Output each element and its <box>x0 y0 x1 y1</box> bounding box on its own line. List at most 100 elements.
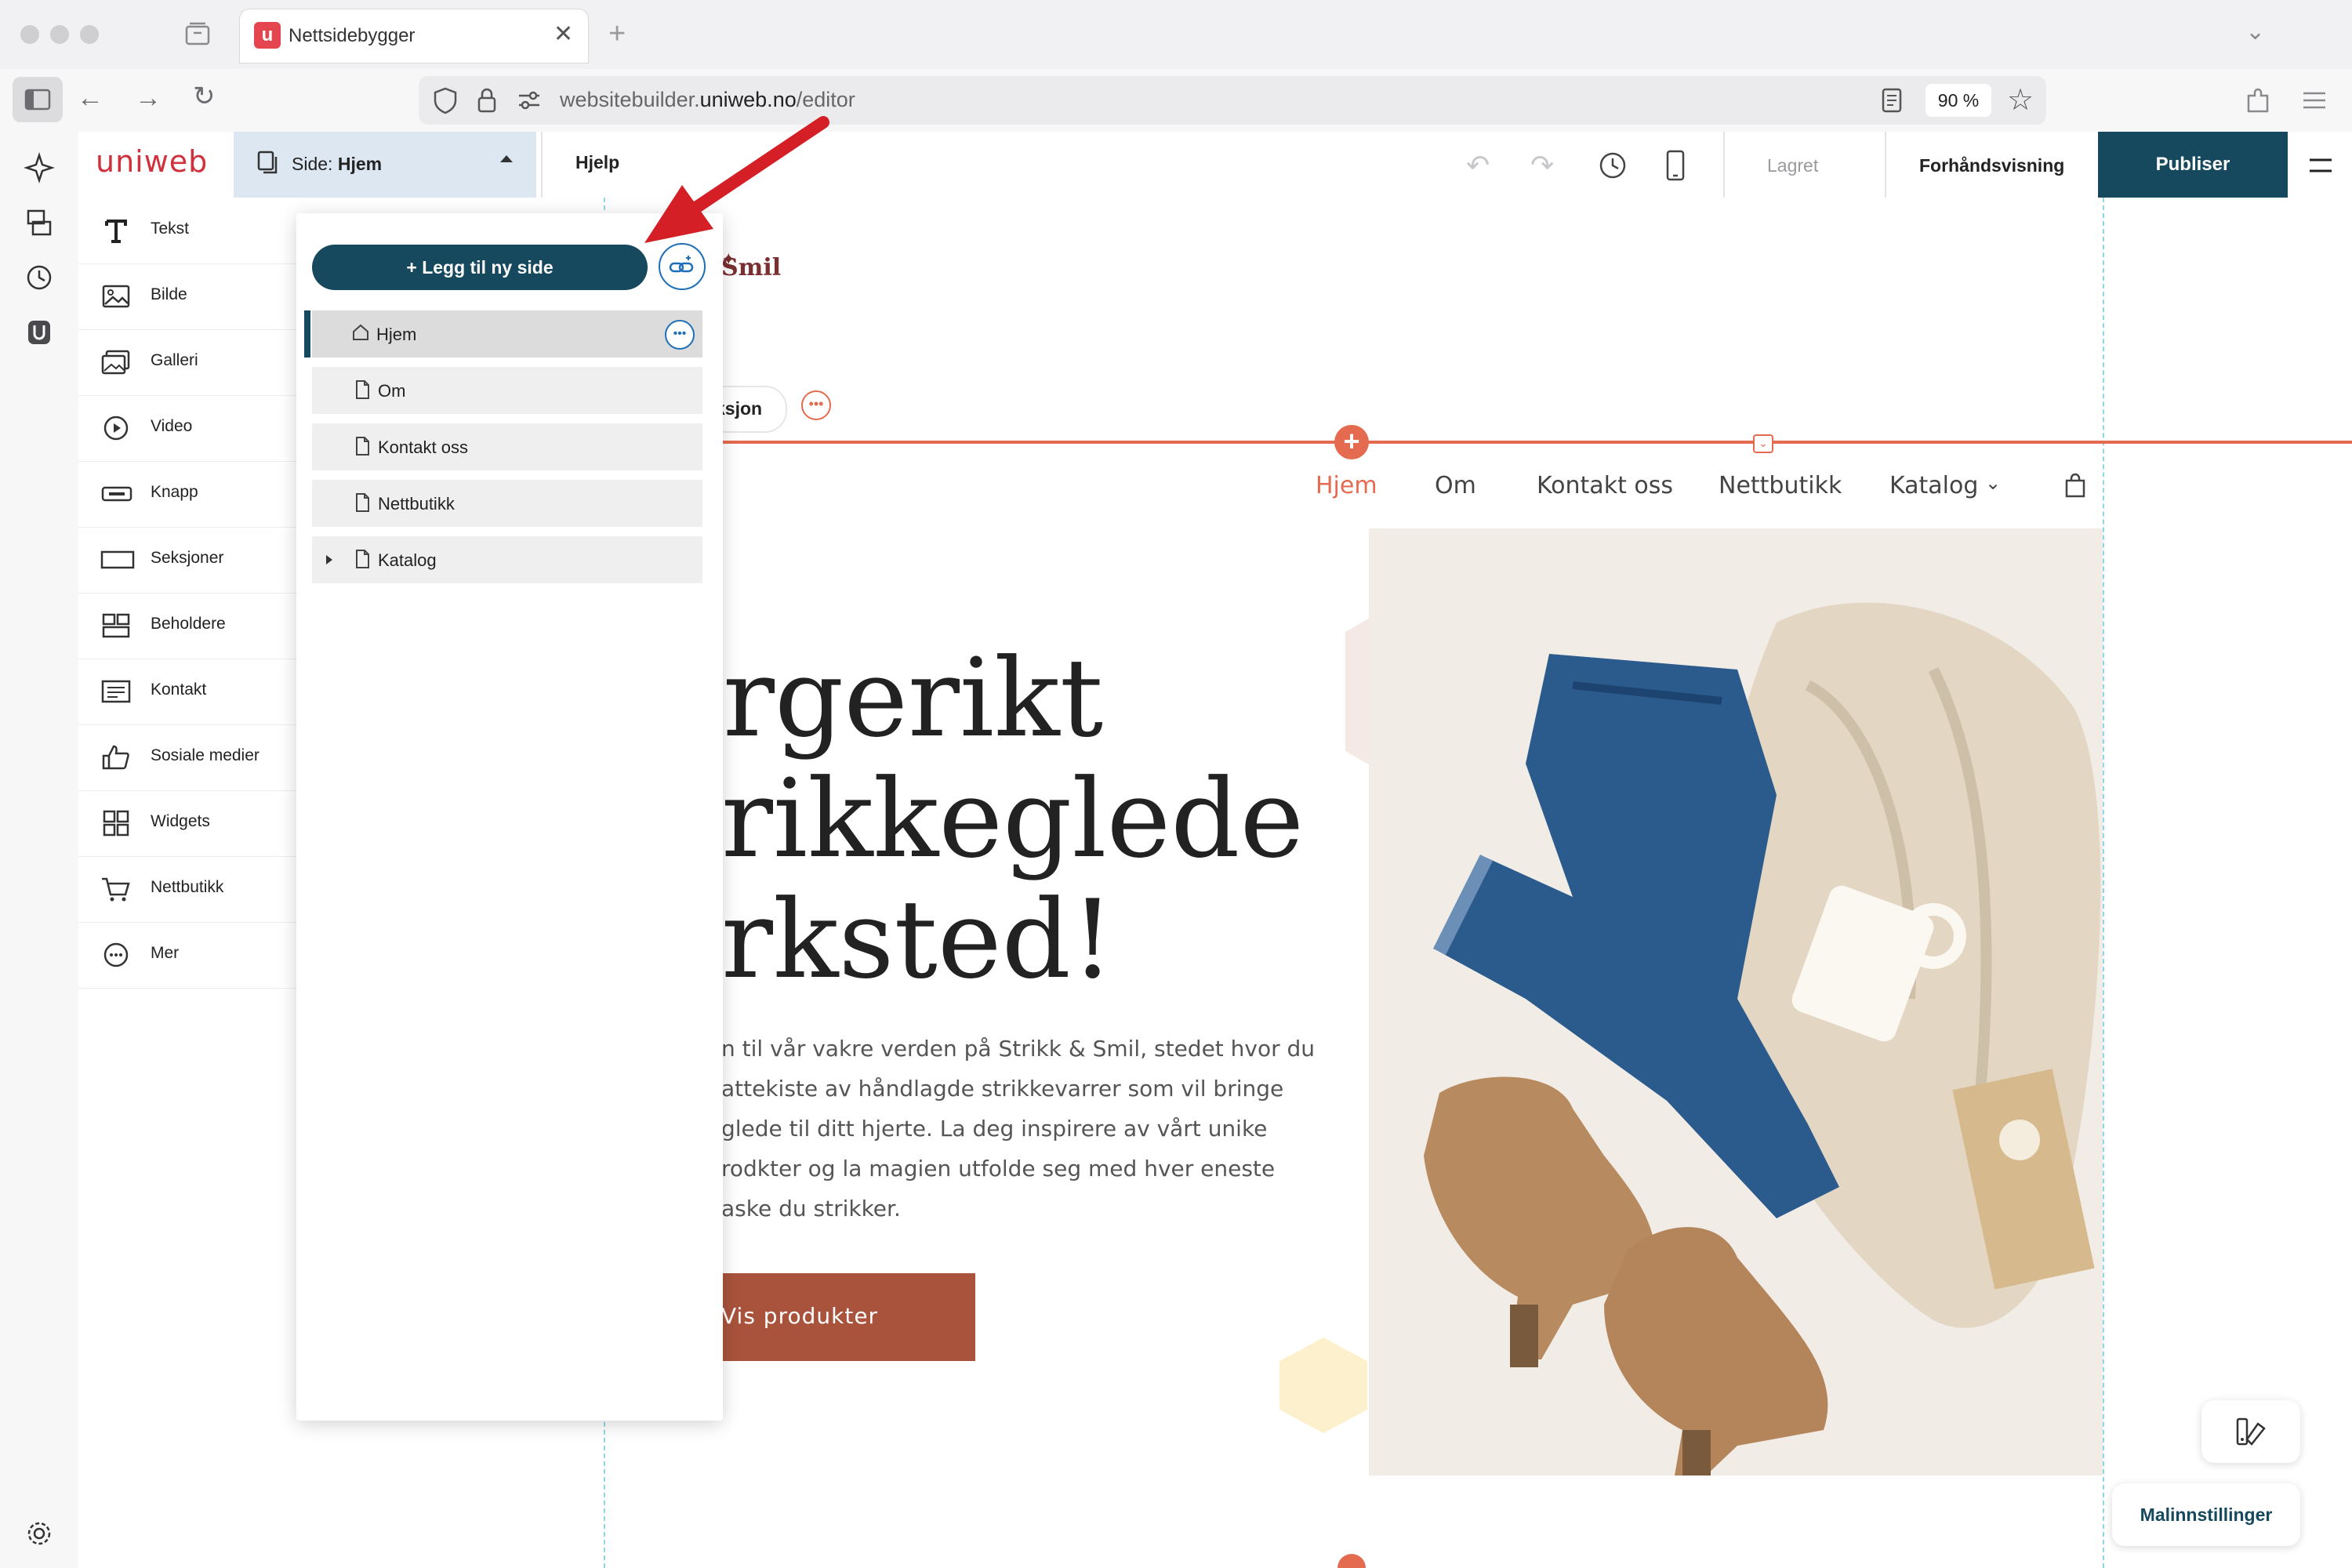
shield-icon[interactable] <box>431 85 459 119</box>
bookmark-star-icon[interactable]: ☆ <box>2007 82 2034 118</box>
nav-about[interactable]: Om <box>1435 472 1476 499</box>
component-contact[interactable]: Kontakt <box>78 659 314 725</box>
nav-home[interactable]: Hjem <box>1316 472 1377 499</box>
image-icon <box>100 282 132 310</box>
hero-heading-line1[interactable]: rgerikt <box>723 644 1103 753</box>
page-item-webshop[interactable]: Nettbutikk <box>312 480 702 527</box>
history-icon[interactable] <box>1596 149 1629 186</box>
new-tab-icon[interactable]: + <box>608 19 626 49</box>
page-label: Kontakt oss <box>378 437 468 457</box>
extensions-icon[interactable] <box>2242 85 2274 120</box>
widgets-icon <box>100 809 132 837</box>
preview-button[interactable]: Forhåndsvisning <box>1919 155 2064 176</box>
uniweb-badge-icon[interactable] <box>24 317 55 352</box>
sidebar-toggle-button[interactable] <box>13 77 63 122</box>
minimize-window-button[interactable] <box>50 25 69 44</box>
zoom-window-button[interactable] <box>80 25 99 44</box>
settings-gear-icon[interactable] <box>24 1518 55 1553</box>
page-item-catalog[interactable]: Katalog <box>312 536 702 583</box>
cta-button[interactable]: Vis produkter <box>721 1273 975 1361</box>
ai-sparkle-icon[interactable] <box>24 152 55 187</box>
tab-list-chevron-icon[interactable]: ⌄ <box>2245 20 2265 44</box>
hero-image[interactable] <box>1369 528 2103 1475</box>
component-containers[interactable]: Beholdere <box>78 593 314 659</box>
header-divider <box>1885 132 1886 198</box>
page-item-about[interactable]: Om <box>312 367 702 414</box>
close-tab-icon[interactable]: ✕ <box>554 20 573 48</box>
history-clock-icon[interactable] <box>24 262 55 297</box>
page-label: Om <box>378 381 406 401</box>
hero-heading-line3[interactable]: rksted! <box>721 886 1114 994</box>
page-copy-icon <box>256 149 281 181</box>
expand-caret-icon[interactable] <box>326 555 332 564</box>
template-settings-button[interactable]: Malinnstillinger <box>2112 1483 2300 1546</box>
section-options-icon[interactable]: ••• <box>801 390 831 420</box>
body-line: rodkter og la magien utfolde seg med hve… <box>721 1156 1276 1181</box>
help-link[interactable]: Hjelp <box>575 152 619 173</box>
component-gallery[interactable]: Galleri <box>78 329 314 396</box>
component-social-media[interactable]: Sosiale medier <box>78 724 314 791</box>
sections-icon <box>100 546 135 574</box>
page-options-icon[interactable]: ••• <box>665 320 695 350</box>
forward-arrow-icon[interactable]: → <box>135 85 162 111</box>
component-more[interactable]: Mer <box>78 922 314 989</box>
component-label: Nettbutikk <box>151 878 224 896</box>
active-page-indicator <box>304 310 310 358</box>
undo-icon[interactable]: ↶ <box>1466 149 1490 182</box>
page-selector-dropdown[interactable]: Side: Hjem <box>234 132 536 198</box>
zoom-level-badge[interactable]: 90 % <box>1926 84 1991 117</box>
gallery-icon <box>100 348 132 376</box>
hamburger-menu-icon[interactable] <box>2308 154 2333 181</box>
close-window-button[interactable] <box>20 25 39 44</box>
section-expand-chevron-icon[interactable]: ⌄ <box>1753 434 1773 453</box>
component-label: Tekst <box>151 220 190 238</box>
component-video[interactable]: Video <box>78 395 314 462</box>
component-button[interactable]: Knapp <box>78 461 314 528</box>
reader-view-icon[interactable] <box>1880 87 1904 118</box>
body-line: glede til ditt hjerte. La deg inspirere … <box>721 1116 1268 1142</box>
add-new-page-button[interactable]: + Legg til ny side <box>312 245 648 290</box>
text-icon <box>100 216 132 245</box>
page-icon <box>353 436 372 461</box>
hero-heading-line2[interactable]: rikkeglede <box>721 765 1304 873</box>
social-media-icon <box>100 743 132 771</box>
nav-contact[interactable]: Kontakt oss <box>1537 472 1673 499</box>
cta-label: Vis produkter <box>721 1303 879 1329</box>
components-panel: Tekst Bilde Galleri Video Knapp Seksjone… <box>78 198 322 1568</box>
component-image[interactable]: Bilde <box>78 263 314 330</box>
nav-catalog-chevron-icon[interactable]: ⌄ <box>1985 472 2001 495</box>
app-menu-icon[interactable] <box>2300 86 2328 118</box>
component-webshop[interactable]: Nettbutikk <box>78 856 314 923</box>
button-icon <box>100 480 132 508</box>
tab-title: Nettsidebygger <box>289 25 416 46</box>
component-label: Galleri <box>151 351 198 369</box>
shopping-bag-icon[interactable] <box>2063 472 2087 503</box>
add-section-plus-icon-bottom[interactable] <box>1338 1554 1366 1568</box>
nav-catalog[interactable]: Katalog <box>1889 472 1978 499</box>
component-widgets[interactable]: Widgets <box>78 790 314 857</box>
back-arrow-icon[interactable]: ← <box>77 85 103 111</box>
page-label: Katalog <box>378 550 437 570</box>
nav-webshop[interactable]: Nettbutikk <box>1719 472 1842 499</box>
pages-icon[interactable] <box>24 207 55 242</box>
browser-tab[interactable]: u Nettsidebygger ✕ <box>240 9 588 63</box>
contact-icon <box>100 677 132 706</box>
page-item-home[interactable]: Hjem ••• <box>304 310 702 358</box>
reload-icon[interactable]: ↻ <box>193 83 216 110</box>
redo-icon[interactable]: ↷ <box>1530 149 1554 182</box>
mobile-preview-icon[interactable] <box>1664 149 1687 186</box>
page-item-contact[interactable]: Kontakt oss <box>312 423 702 470</box>
component-text[interactable]: Tekst <box>78 198 314 264</box>
body-line: n til vår vakre verden på Strikk & Smil,… <box>721 1036 1316 1062</box>
component-sections[interactable]: Seksjoner <box>78 527 314 593</box>
hero-body-text[interactable]: n til vår vakre verden på Strikk & Smil,… <box>721 1029 1364 1229</box>
publish-button[interactable]: Publiser <box>2098 132 2288 198</box>
tab-overview-icon[interactable] <box>182 20 213 49</box>
add-section-plus-icon[interactable]: + <box>1334 425 1369 459</box>
theme-palette-button[interactable] <box>2201 1400 2300 1463</box>
pages-panel: + Legg til ny side Hjem ••• Om Kontakt o… <box>296 213 723 1421</box>
lock-icon[interactable] <box>475 85 499 119</box>
page-icon <box>353 492 372 517</box>
page-icon <box>353 549 372 574</box>
site-settings-icon[interactable] <box>516 87 543 118</box>
